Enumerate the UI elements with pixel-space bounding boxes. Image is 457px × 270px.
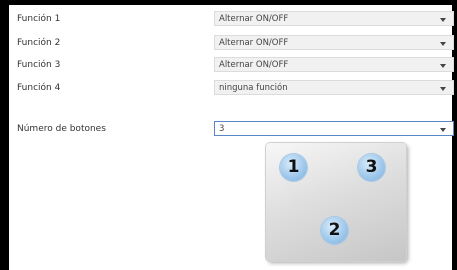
button-layout-preview: 1 3 2 [266, 143, 406, 261]
function-3-label: Función 3 [17, 60, 61, 70]
button-count-value: 3 [219, 124, 225, 134]
chevron-down-icon [440, 128, 446, 132]
function-row-3: Función 3 Alternar ON/OFF [9, 57, 454, 73]
function-row-1: Función 1 Alternar ON/OFF [9, 11, 454, 27]
function-4-value: ninguna función [219, 83, 288, 93]
chevron-down-icon [440, 87, 446, 91]
function-2-select[interactable]: Alternar ON/OFF [214, 35, 454, 50]
function-3-select[interactable]: Alternar ON/OFF [214, 57, 454, 72]
function-row-4: Función 4 ninguna función [9, 80, 454, 96]
function-1-label: Función 1 [17, 14, 61, 24]
button-count-row: Número de botones 3 [9, 121, 454, 137]
chevron-down-icon [440, 18, 446, 22]
function-2-label: Función 2 [17, 38, 61, 48]
button-count-select[interactable]: 3 [214, 121, 454, 136]
function-4-select[interactable]: ninguna función [214, 80, 454, 95]
button-3-badge: 3 [358, 154, 385, 181]
button-2-badge: 2 [321, 217, 348, 244]
function-2-value: Alternar ON/OFF [219, 38, 289, 48]
button-1-badge: 1 [280, 154, 307, 181]
chevron-down-icon [440, 64, 446, 68]
button-count-label: Número de botones [17, 124, 106, 134]
function-3-value: Alternar ON/OFF [219, 60, 289, 70]
function-1-value: Alternar ON/OFF [219, 14, 289, 24]
function-row-2: Función 2 Alternar ON/OFF [9, 35, 454, 51]
settings-panel: Función 1 Alternar ON/OFF Función 2 Alte… [9, 5, 454, 270]
function-1-select[interactable]: Alternar ON/OFF [214, 11, 454, 26]
function-4-label: Función 4 [17, 83, 61, 93]
window-frame: Función 1 Alternar ON/OFF Función 2 Alte… [0, 0, 457, 270]
chevron-down-icon [440, 42, 446, 46]
